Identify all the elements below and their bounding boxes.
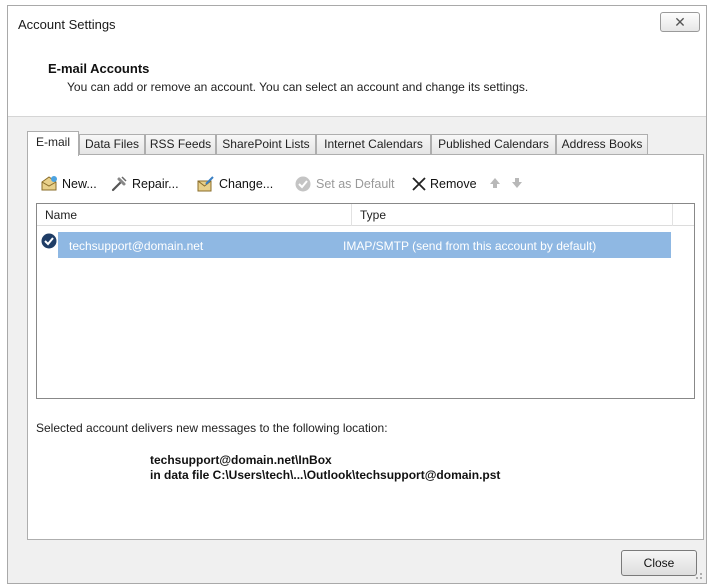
default-account-check-icon — [41, 233, 57, 249]
remove-label: Remove — [430, 177, 477, 191]
page-title: E-mail Accounts — [48, 61, 150, 76]
accounts-list[interactable]: Name Type techsupport@domain.net IMAP/SM… — [36, 203, 695, 399]
new-button[interactable]: New... — [40, 173, 102, 195]
move-up-icon[interactable] — [488, 176, 502, 190]
tab-published-calendars[interactable]: Published Calendars — [431, 134, 556, 155]
header-panel: E-mail Accounts You can add or remove an… — [8, 40, 706, 117]
repair-button[interactable]: Repair... — [110, 173, 190, 195]
table-row[interactable]: techsupport@domain.net IMAP/SMTP (send f… — [58, 232, 671, 258]
tab-email[interactable]: E-mail — [27, 131, 79, 156]
delivery-folder: techsupport@domain.net\InBox — [150, 453, 332, 467]
set-as-default-button[interactable]: Set as Default — [294, 173, 395, 195]
tab-internet-calendars[interactable]: Internet Calendars — [316, 134, 431, 155]
remove-button[interactable]: Remove — [410, 173, 480, 195]
account-settings-dialog: Account Settings ✕ E-mail Accounts You c… — [7, 5, 707, 584]
page-description: You can add or remove an account. You ca… — [67, 80, 529, 94]
set-default-icon — [295, 176, 311, 192]
move-down-icon[interactable] — [510, 176, 524, 190]
header-scroll-corner — [672, 204, 694, 226]
tab-address-books[interactable]: Address Books — [556, 134, 648, 155]
title-bar: Account Settings ✕ — [8, 6, 706, 40]
tab-rss-feeds[interactable]: RSS Feeds — [145, 134, 216, 155]
window-title: Account Settings — [18, 17, 116, 32]
column-header-type[interactable]: Type — [360, 208, 386, 222]
account-name: techsupport@domain.net — [69, 239, 204, 253]
close-icon: ✕ — [674, 14, 686, 30]
delivery-data-file: in data file C:\Users\tech\...\Outlook\t… — [150, 468, 501, 482]
window-close-button[interactable]: ✕ — [660, 12, 700, 32]
change-icon — [197, 176, 214, 192]
email-tab-panel: New... Repair... Change... Set as Defaul… — [27, 154, 704, 540]
change-label: Change... — [219, 177, 274, 191]
column-divider[interactable] — [351, 204, 352, 226]
new-label: New... — [62, 177, 97, 191]
column-header-name[interactable]: Name — [45, 208, 77, 222]
resize-grip-icon[interactable] — [693, 570, 703, 580]
change-button[interactable]: Change... — [197, 173, 281, 195]
new-account-icon — [41, 176, 57, 191]
repair-icon — [111, 176, 127, 192]
remove-icon — [412, 177, 426, 191]
account-type: IMAP/SMTP (send from this account by def… — [343, 239, 597, 253]
set-as-default-label: Set as Default — [316, 177, 395, 191]
tab-data-files[interactable]: Data Files — [79, 134, 145, 155]
close-button[interactable]: Close — [621, 550, 697, 576]
delivery-location-label: Selected account delivers new messages t… — [36, 421, 388, 435]
repair-label: Repair... — [132, 177, 179, 191]
list-header: Name Type — [37, 204, 694, 226]
tab-sharepoint-lists[interactable]: SharePoint Lists — [216, 134, 316, 155]
